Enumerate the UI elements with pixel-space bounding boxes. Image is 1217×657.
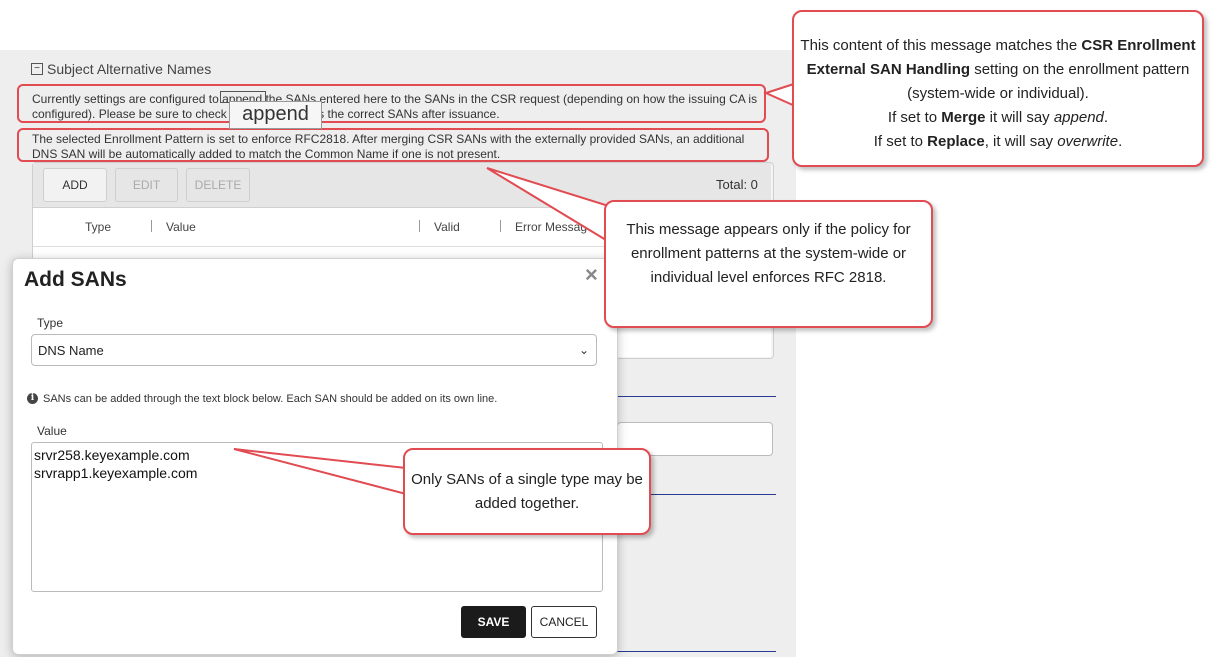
callout-pointer bbox=[233, 448, 407, 496]
csr-handling-callout: This content of this message matches the… bbox=[792, 10, 1204, 167]
callout-bold: Replace bbox=[927, 133, 985, 150]
single-type-callout: Only SANs of a single type may be added … bbox=[403, 448, 651, 535]
callout-text: , it will say bbox=[984, 133, 1054, 150]
callout-text: This content of this message matches the bbox=[800, 37, 1078, 54]
callout-bold: Merge bbox=[941, 109, 986, 126]
callout-text: it will say bbox=[989, 109, 1050, 126]
callout-text: If set to bbox=[873, 133, 923, 150]
callout-italic: overwrite bbox=[1057, 133, 1119, 150]
callout-text: If set to bbox=[887, 109, 938, 126]
rfc-policy-callout: This message appears only if the policy … bbox=[604, 200, 933, 328]
callout-italic: append bbox=[1053, 109, 1104, 126]
